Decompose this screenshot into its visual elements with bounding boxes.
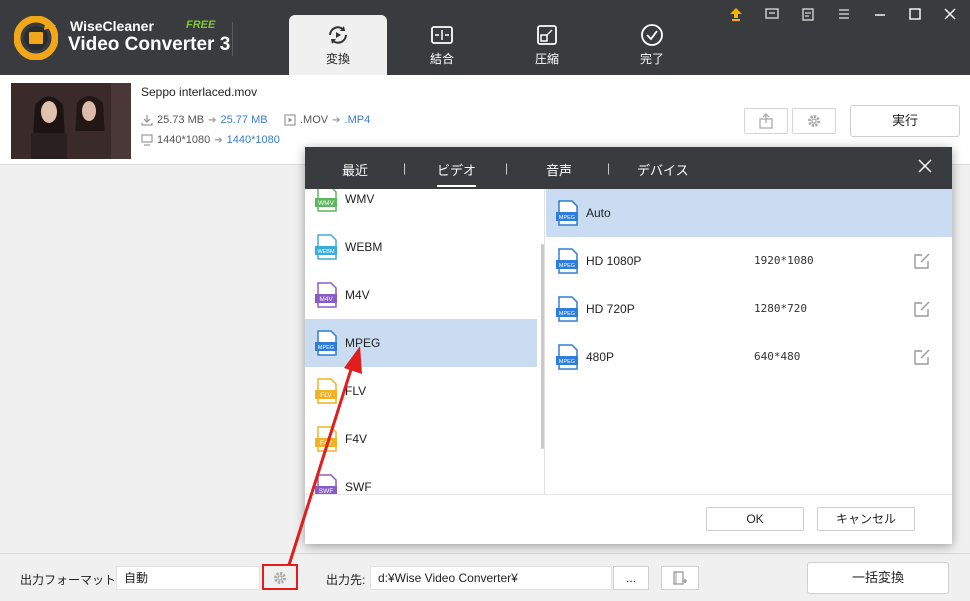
annotation-highlight-box — [262, 564, 298, 590]
annotation-arrow — [287, 346, 362, 566]
